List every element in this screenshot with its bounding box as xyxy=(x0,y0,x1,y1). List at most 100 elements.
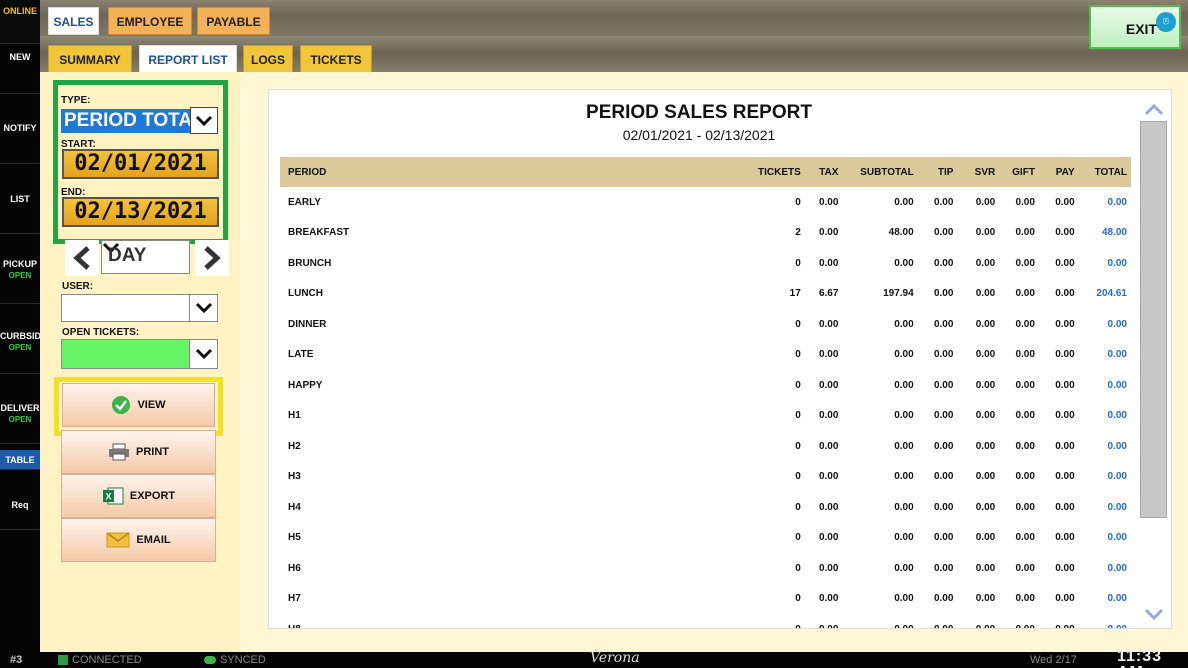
connected-status: CONNECTED xyxy=(58,652,142,668)
table-cell: 0.00 xyxy=(894,349,914,361)
table-cell: 0.00 xyxy=(1055,593,1075,605)
table-cell: 0.00 xyxy=(1055,318,1075,330)
table-cell: 0.00 xyxy=(894,501,914,513)
end-date-button[interactable]: 02/13/2021 xyxy=(62,197,219,227)
table-cell: 0 xyxy=(795,379,801,391)
table-cell: 0.00 xyxy=(1055,257,1075,269)
table-cell: 0.00 xyxy=(1055,349,1075,361)
table-row: H1 0 0.00 0.00 0.00 0.00 0.00 0.00 0.00 xyxy=(280,401,1131,432)
screenshot-icon[interactable]: ⌾ xyxy=(1156,12,1176,32)
table-cell: 0.00 xyxy=(933,532,954,544)
table-cell: 0.00 xyxy=(957,614,999,628)
scroll-thumb[interactable] xyxy=(1140,121,1167,518)
sidebar-item-label: TABLE xyxy=(5,455,35,465)
chevron-down-icon[interactable] xyxy=(190,107,218,134)
sidebar-item-notify[interactable]: NOTIFY xyxy=(0,94,40,164)
table-cell: 0.00 xyxy=(1107,471,1127,483)
table-cell: 0.00 xyxy=(1015,471,1035,483)
table-cell: 0.00 xyxy=(933,227,954,239)
tab-summary[interactable]: SUMMARY xyxy=(48,45,132,73)
start-date-button[interactable]: 02/01/2021 xyxy=(62,149,219,179)
email-button[interactable]: EMAIL xyxy=(61,518,216,562)
table-cell: 0 xyxy=(795,532,801,544)
table-cell: 0.00 xyxy=(933,593,954,605)
column-header: TOTAL xyxy=(1078,157,1131,187)
table-cell: H8 xyxy=(280,614,730,628)
chevron-down-icon[interactable] xyxy=(189,340,217,368)
export-button[interactable]: X EXPORT xyxy=(61,474,216,518)
sidebar-item-online[interactable]: ONLINE xyxy=(0,0,40,44)
checkmark-icon xyxy=(112,396,131,414)
table-cell: 0.00 xyxy=(933,349,954,361)
status-time: 11:33 AM xyxy=(1117,648,1163,668)
sidebar-item-label: ONLINE xyxy=(2,6,37,16)
table-cell: HAPPY xyxy=(288,379,323,391)
table-cell: 0 xyxy=(795,593,801,605)
tab-report-list[interactable]: REPORT LIST xyxy=(139,45,237,73)
report-view: PERIOD SALES REPORT 02/01/2021 - 02/13/2… xyxy=(268,89,1172,629)
table-cell: 0.00 xyxy=(933,288,954,300)
tab-sales[interactable]: SALES xyxy=(48,7,99,35)
scroll-down-icon[interactable] xyxy=(1144,608,1164,620)
table-cell: 0.00 xyxy=(1015,562,1035,574)
table-cell: 0.00 xyxy=(933,471,954,483)
table-cell: 0.00 xyxy=(975,440,996,452)
table-cell: 0 xyxy=(795,440,801,452)
table-cell: 0.00 xyxy=(894,257,914,269)
table-cell: 0.00 xyxy=(818,379,839,391)
table-cell: 0.00 xyxy=(805,614,843,628)
print-button[interactable]: PRINT xyxy=(61,430,216,474)
chevron-down-icon[interactable] xyxy=(189,295,217,321)
table-cell: 0.00 xyxy=(933,440,954,452)
column-header: TAX xyxy=(804,157,843,187)
table-cell: BREAKFAST xyxy=(288,227,350,239)
table-cell: 0.00 xyxy=(1015,593,1035,605)
table-cell: 0.00 xyxy=(918,614,958,628)
previous-period-button[interactable] xyxy=(65,240,99,276)
table-cell: 0.00 xyxy=(1055,532,1075,544)
column-header: SUBTOTAL xyxy=(842,157,918,187)
table-cell: 0.00 xyxy=(1015,257,1035,269)
user-select[interactable] xyxy=(61,294,218,322)
chevron-left-icon xyxy=(73,246,90,270)
envelope-icon xyxy=(106,532,130,548)
scroll-up-icon[interactable] xyxy=(1144,104,1164,116)
table-cell: 0.00 xyxy=(894,562,914,574)
table-row: HAPPY 0 0.00 0.00 0.00 0.00 0.00 0.00 0.00 xyxy=(280,370,1131,401)
excel-icon: X xyxy=(102,487,124,505)
type-select[interactable]: PERIOD TOTA xyxy=(61,107,218,134)
sidebar-item-table[interactable]: TABLE xyxy=(0,450,40,470)
table-cell: 0.00 xyxy=(1015,349,1035,361)
table-row: H2 0 0.00 0.00 0.00 0.00 0.00 0.00 0.00 xyxy=(280,431,1131,462)
open-tickets-select[interactable] xyxy=(61,339,218,369)
table-cell: 0.00 xyxy=(1039,614,1079,628)
table-row: H3 0 0.00 0.00 0.00 0.00 0.00 0.00 0.00 xyxy=(280,462,1131,493)
report-scrollbar[interactable] xyxy=(1137,90,1171,628)
sidebar-item-req[interactable]: Req xyxy=(0,470,40,530)
table-cell: 0.00 xyxy=(818,257,839,269)
sidebar-item-list[interactable]: LIST xyxy=(0,164,40,234)
tab-tickets[interactable]: TICKETS xyxy=(300,45,372,73)
tab-employee[interactable]: EMPLOYEE xyxy=(108,7,192,35)
exit-label: EXIT xyxy=(1125,21,1157,37)
table-cell: 0.00 xyxy=(975,288,996,300)
table-cell: 0.00 xyxy=(894,532,914,544)
tab-logs[interactable]: LOGS xyxy=(243,45,293,73)
sidebar-item-pickup[interactable]: PICKUP OPEN xyxy=(0,234,40,304)
view-button[interactable]: VIEW xyxy=(62,383,215,427)
sidebar-item-deliver[interactable]: DELIVER OPEN xyxy=(0,374,40,444)
table-cell: 48.00 xyxy=(1101,227,1127,239)
sidebar-item-new[interactable]: NEW xyxy=(0,44,40,94)
table-cell: 0.00 xyxy=(894,379,914,391)
next-period-button[interactable] xyxy=(195,240,229,276)
tab-payable[interactable]: PAYABLE xyxy=(197,7,270,35)
sidebar-item-label: NOTIFY xyxy=(3,123,37,133)
table-row: H7 0 0.00 0.00 0.00 0.00 0.00 0.00 0.00 xyxy=(280,584,1131,615)
status-date: Wed 2/17 xyxy=(1030,654,1077,666)
table-cell: 0.00 xyxy=(975,318,996,330)
sidebar-item-curbside[interactable]: CURBSID OPEN xyxy=(0,304,40,374)
sidebar-item-status: OPEN xyxy=(8,271,32,280)
view-label: VIEW xyxy=(137,399,166,411)
table-cell: 0.00 xyxy=(975,227,996,239)
interval-select[interactable]: DAY xyxy=(101,240,190,274)
